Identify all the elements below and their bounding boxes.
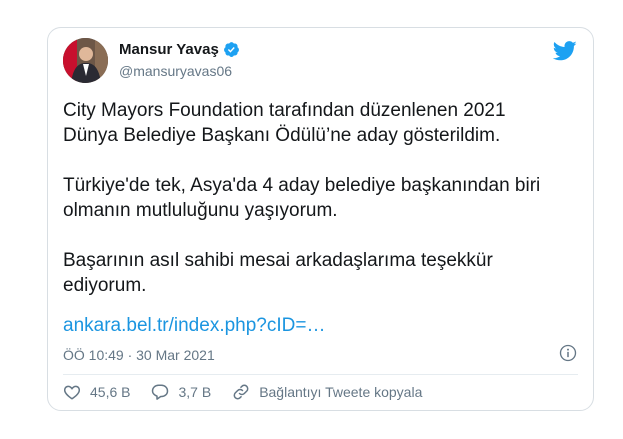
reply-bubble-icon <box>152 384 169 400</box>
tweet-link[interactable]: ankara.bel.tr/index.php?cID=… <box>63 315 325 337</box>
reply-button[interactable]: 3,7 B <box>151 383 211 401</box>
copy-link-label: Bağlantıyı Tweete kopyala <box>259 384 423 400</box>
action-bar: 45,6 B 3,7 B Bağlantıyı Tweete kopyala <box>63 383 443 401</box>
tweet-text: City Mayors Foundation tarafından düzenl… <box>63 100 541 296</box>
link-icon <box>233 384 249 400</box>
heart-icon <box>63 385 81 400</box>
author-handle[interactable]: @mansuryavas06 <box>119 63 232 79</box>
divider <box>63 374 578 375</box>
author-name[interactable]: Mansur Yavaş <box>119 41 219 58</box>
info-icon[interactable] <box>559 344 577 362</box>
like-count: 45,6 B <box>90 384 131 400</box>
verified-badge-icon <box>223 42 239 57</box>
twitter-bird-icon[interactable] <box>553 41 577 61</box>
avatar[interactable] <box>63 38 108 83</box>
like-button[interactable]: 45,6 B <box>63 383 130 401</box>
copy-link-button[interactable]: Bağlantıyı Tweete kopyala <box>232 383 422 401</box>
reply-count: 3,7 B <box>178 384 212 400</box>
tweet-card: Mansur Yavaş @mansuryavas06 City Mayors … <box>47 27 594 411</box>
tweet-timestamp[interactable]: ÖÖ 10:49 · 30 Mar 2021 <box>63 347 215 363</box>
